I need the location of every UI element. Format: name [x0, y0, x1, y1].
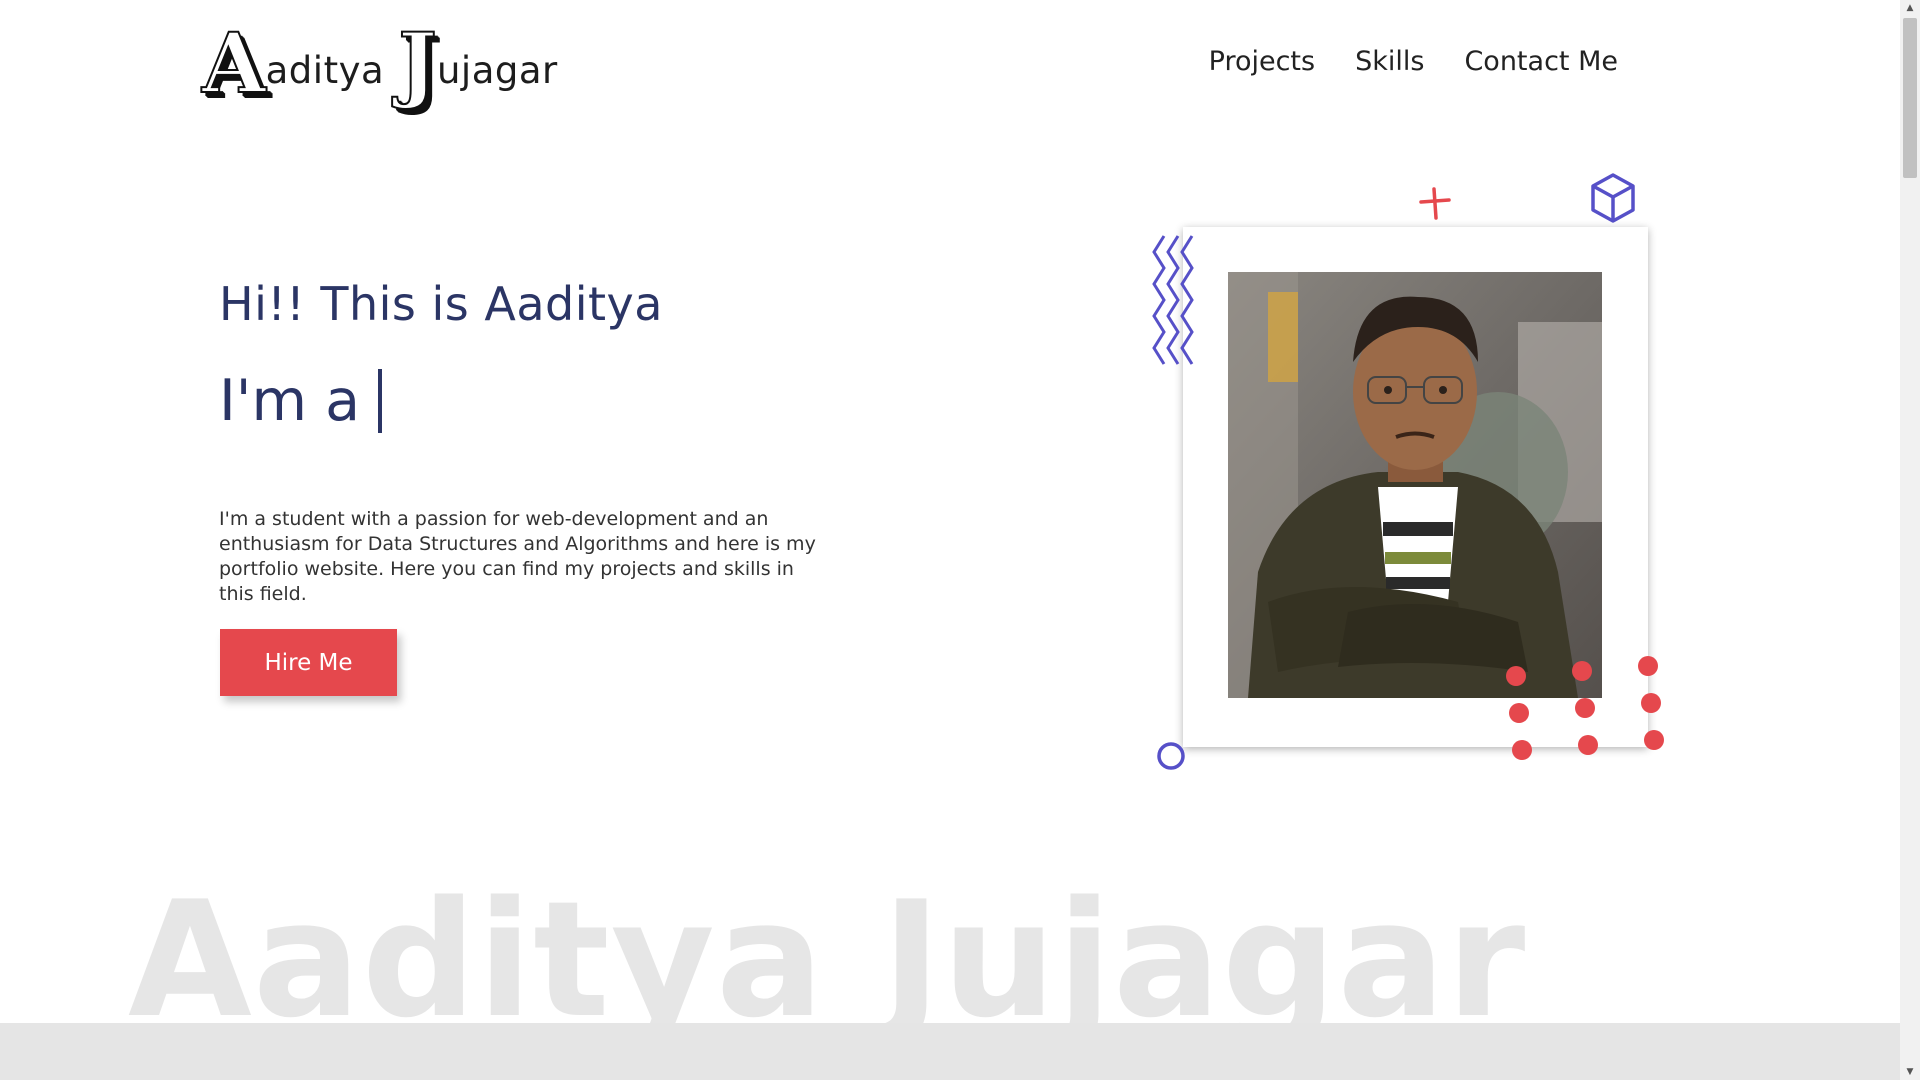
typing-prefix: I'm a [219, 368, 361, 434]
logo-initial-last: J [397, 16, 438, 112]
main-nav: Projects Skills Contact Me [1209, 46, 1618, 77]
logo-text-first: aditya [265, 48, 385, 92]
dots-grid-icon [1506, 656, 1664, 760]
hero-greeting: Hi!! This is Aaditya [219, 277, 663, 331]
portfolio-page: A aditya J ujagar Projects Skills Contac… [0, 0, 1920, 1080]
scroll-thumb[interactable] [1903, 18, 1917, 178]
typing-caret [378, 369, 383, 433]
nav-link-projects[interactable]: Projects [1209, 46, 1315, 77]
profile-photo [1228, 272, 1602, 698]
next-section-band [0, 1023, 1900, 1080]
hero-typing-line: I'm a [219, 368, 383, 434]
zigzag-icon [1152, 235, 1194, 365]
plus-icon [1419, 187, 1451, 220]
page-scrollbar[interactable]: ▲ ▼ [1900, 0, 1920, 1080]
logo-text-last: ujagar [436, 48, 558, 92]
name-watermark: Aaditya Jujagar [128, 866, 1527, 1053]
logo-initial-first: A [201, 16, 267, 112]
nav-link-skills[interactable]: Skills [1355, 46, 1424, 77]
nav-link-contact[interactable]: Contact Me [1464, 46, 1618, 77]
cube-icon [1591, 173, 1635, 223]
site-logo[interactable]: A aditya J ujagar [201, 16, 558, 112]
circle-icon [1157, 742, 1185, 770]
hire-me-button[interactable]: Hire Me [220, 629, 397, 696]
scroll-down-icon[interactable]: ▼ [1900, 1064, 1920, 1080]
hero-description: I'm a student with a passion for web-dev… [219, 508, 816, 605]
scroll-up-icon[interactable]: ▲ [1900, 0, 1920, 16]
